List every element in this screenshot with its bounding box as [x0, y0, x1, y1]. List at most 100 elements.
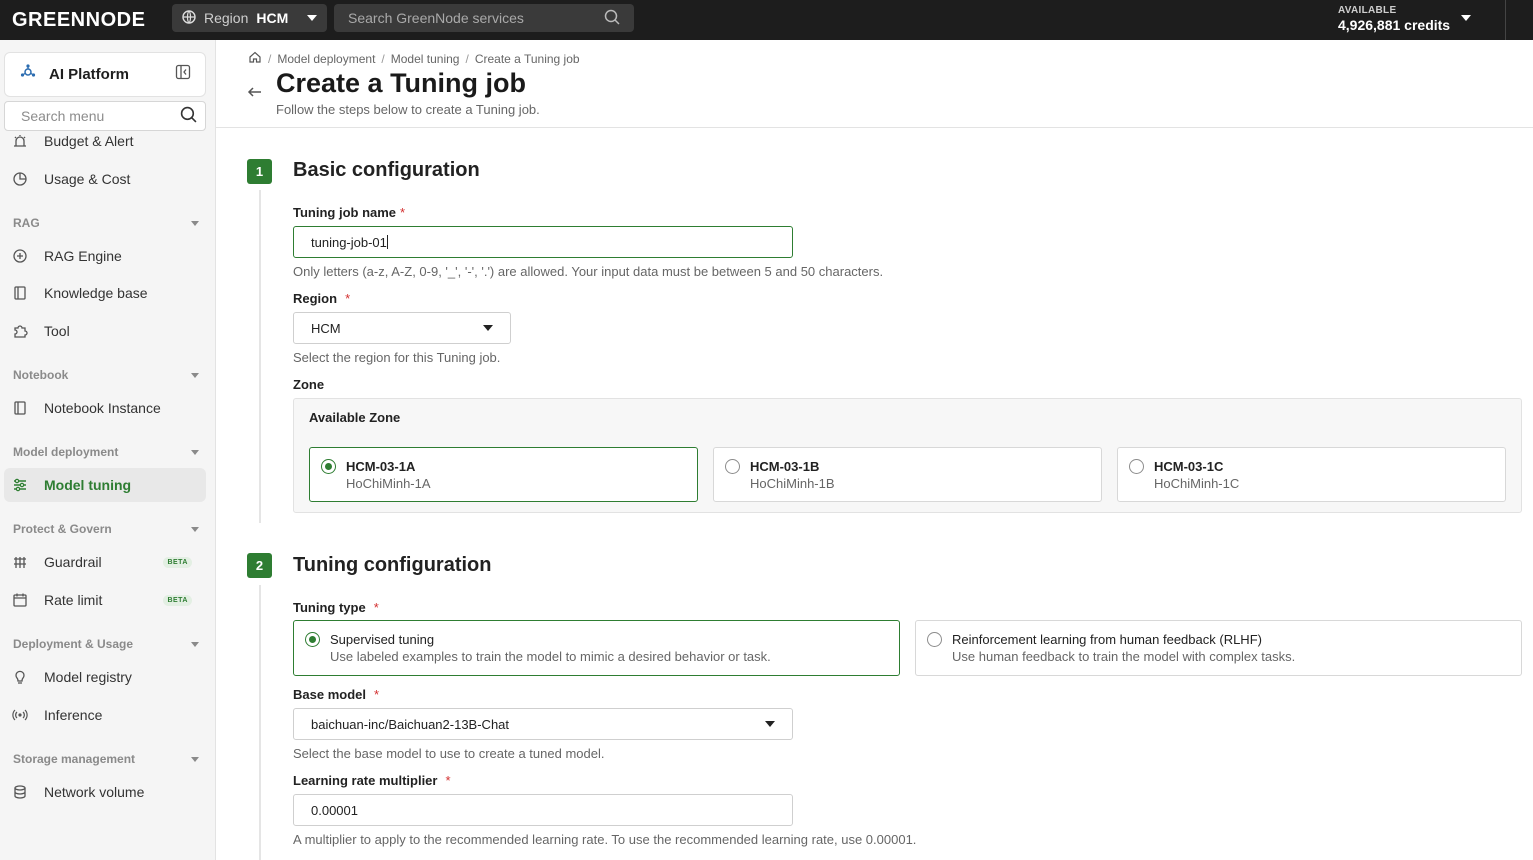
alarm-icon [12, 133, 28, 149]
zone-label: Zone [293, 377, 325, 392]
chevron-down-icon [307, 15, 317, 21]
required-marker: * [400, 205, 406, 220]
sidebar-item-label: Rate limit [44, 592, 103, 608]
search-icon[interactable] [604, 9, 620, 28]
ai-platform-icon [19, 63, 37, 86]
pie-chart-icon [12, 171, 28, 187]
radio-selected[interactable] [321, 459, 336, 474]
zone-code: HCM-03-1B [750, 459, 820, 474]
nav-group-model-deployment[interactable]: Model deployment [13, 445, 199, 459]
broadcast-icon [12, 707, 28, 723]
step-connector [259, 190, 261, 523]
region-select-value: HCM [311, 320, 341, 336]
platform-header[interactable]: AI Platform [4, 52, 206, 97]
calendar-icon [12, 592, 28, 608]
region-selector[interactable]: Region HCM [172, 4, 327, 32]
sidebar-item-label: RAG Engine [44, 248, 122, 264]
label-text: Tuning type [293, 600, 366, 615]
sidebar-item-notebook-instance[interactable]: Notebook Instance [4, 391, 206, 425]
puzzle-icon [12, 323, 28, 339]
globe-icon [182, 9, 196, 27]
sidebar-item-guardrail[interactable]: Guardrail BETA [4, 545, 206, 579]
zone-name: HoChiMinh-1B [750, 476, 835, 491]
sidebar-item-label: Network volume [44, 784, 145, 800]
learning-rate-value: 0.00001 [311, 802, 358, 818]
sidebar-item-network-volume[interactable]: Network volume [4, 775, 206, 809]
sidebar-item-model-registry[interactable]: Model registry [4, 660, 206, 694]
sidebar-item-inference[interactable]: Inference [4, 698, 206, 732]
chevron-down-icon [191, 449, 199, 455]
guardrail-icon [12, 554, 28, 570]
sidebar-item-label: Model tuning [44, 477, 132, 493]
sidebar-item-label: Tool [44, 323, 70, 339]
breadcrumb-separator: / [381, 51, 385, 66]
sidebar-item-label: Notebook Instance [44, 400, 161, 416]
breadcrumb: / Model deployment / Model tuning / Crea… [248, 50, 580, 67]
breadcrumb-model-tuning[interactable]: Model tuning [391, 52, 460, 66]
step-connector [259, 585, 261, 860]
radio-unselected[interactable] [725, 459, 740, 474]
base-model-help: Select the base model to use to create a… [293, 746, 605, 761]
chevron-down-icon [191, 526, 199, 532]
sidebar-item-budget[interactable]: Budget & Alert [4, 124, 206, 158]
step-number: 2 [247, 553, 272, 578]
nav-group-storage[interactable]: Storage management [13, 752, 199, 766]
region-value: HCM [256, 10, 289, 26]
nav-group-protect[interactable]: Protect & Govern [13, 522, 199, 536]
tuning-type-supervised[interactable]: Supervised tuning Use labeled examples t… [293, 620, 900, 676]
radio-unselected[interactable] [1129, 459, 1144, 474]
tuning-type-label: Tuning type * [293, 600, 379, 615]
zone-option-1c[interactable]: HCM-03-1C HoChiMinh-1C [1117, 447, 1506, 502]
zone-option-1a[interactable]: HCM-03-1A HoChiMinh-1A [309, 447, 698, 502]
label-text: Region [293, 291, 338, 306]
home-icon[interactable] [248, 50, 262, 67]
sidebar-item-rag-engine[interactable]: RAG Engine [4, 239, 206, 273]
job-name-label: Tuning job name * [293, 205, 405, 220]
sidebar-item-rate-limit[interactable]: Rate limit BETA [4, 583, 206, 617]
region-label: Region * [293, 291, 350, 306]
sidebar-item-label: Usage & Cost [44, 171, 131, 187]
sidebar-item-knowledge-base[interactable]: Knowledge base [4, 276, 206, 310]
sidebar-item-model-tuning[interactable]: Model tuning [4, 468, 206, 502]
learning-rate-label: Learning rate multiplier * [293, 773, 451, 788]
nav-group-notebook[interactable]: Notebook [13, 368, 199, 382]
region-help: Select the region for this Tuning job. [293, 350, 501, 365]
back-arrow-icon[interactable] [246, 83, 264, 106]
learning-rate-help: A multiplier to apply to the recommended… [293, 832, 917, 847]
base-model-label: Base model * [293, 687, 379, 702]
menu-search-placeholder: Search menu [21, 108, 105, 124]
breadcrumb-model-deployment[interactable]: Model deployment [277, 52, 375, 66]
chevron-down-icon [191, 372, 199, 378]
credits-display[interactable]: AVAILABLE 4,926,881 credits [1338, 5, 1450, 33]
nav-group-label: Protect & Govern [13, 522, 112, 536]
tuning-type-title: Reinforcement learning from human feedba… [952, 632, 1262, 647]
zone-option-1b[interactable]: HCM-03-1B HoChiMinh-1B [713, 447, 1102, 502]
base-model-select[interactable]: baichuan-inc/Baichuan2-13B-Chat [293, 708, 793, 740]
radio-selected[interactable] [305, 632, 320, 647]
page-title: Create a Tuning job [276, 68, 527, 98]
chevron-down-icon [483, 325, 493, 331]
radio-unselected[interactable] [927, 632, 942, 647]
required-marker: * [345, 291, 351, 306]
collapse-sidebar-icon[interactable] [175, 64, 191, 85]
tuning-type-desc: Use human feedback to train the model wi… [952, 649, 1296, 664]
job-name-input[interactable]: tuning-job-01 [293, 226, 793, 258]
tuning-type-rlhf[interactable]: Reinforcement learning from human feedba… [915, 620, 1522, 676]
sliders-icon [12, 477, 28, 493]
sidebar-item-tool[interactable]: Tool [4, 314, 206, 348]
learning-rate-input[interactable]: 0.00001 [293, 794, 793, 826]
lightbulb-icon [12, 669, 28, 685]
region-select[interactable]: HCM [293, 312, 511, 344]
nav-group-label: Model deployment [13, 445, 119, 459]
sidebar-item-usage[interactable]: Usage & Cost [4, 162, 206, 196]
credits-label: AVAILABLE [1338, 5, 1397, 16]
nav-group-deployment-usage[interactable]: Deployment & Usage [13, 637, 199, 651]
greennode-logo[interactable]: GREENNODE [12, 9, 145, 32]
breadcrumb-separator: / [268, 51, 272, 66]
search-icon[interactable] [180, 106, 197, 126]
nav-group-rag[interactable]: RAG [13, 216, 199, 230]
global-search-input[interactable]: Search GreenNode services [334, 4, 634, 32]
breadcrumb-separator: / [465, 51, 469, 66]
notebook-icon [12, 400, 28, 416]
credits-dropdown-icon[interactable] [1461, 15, 1471, 21]
